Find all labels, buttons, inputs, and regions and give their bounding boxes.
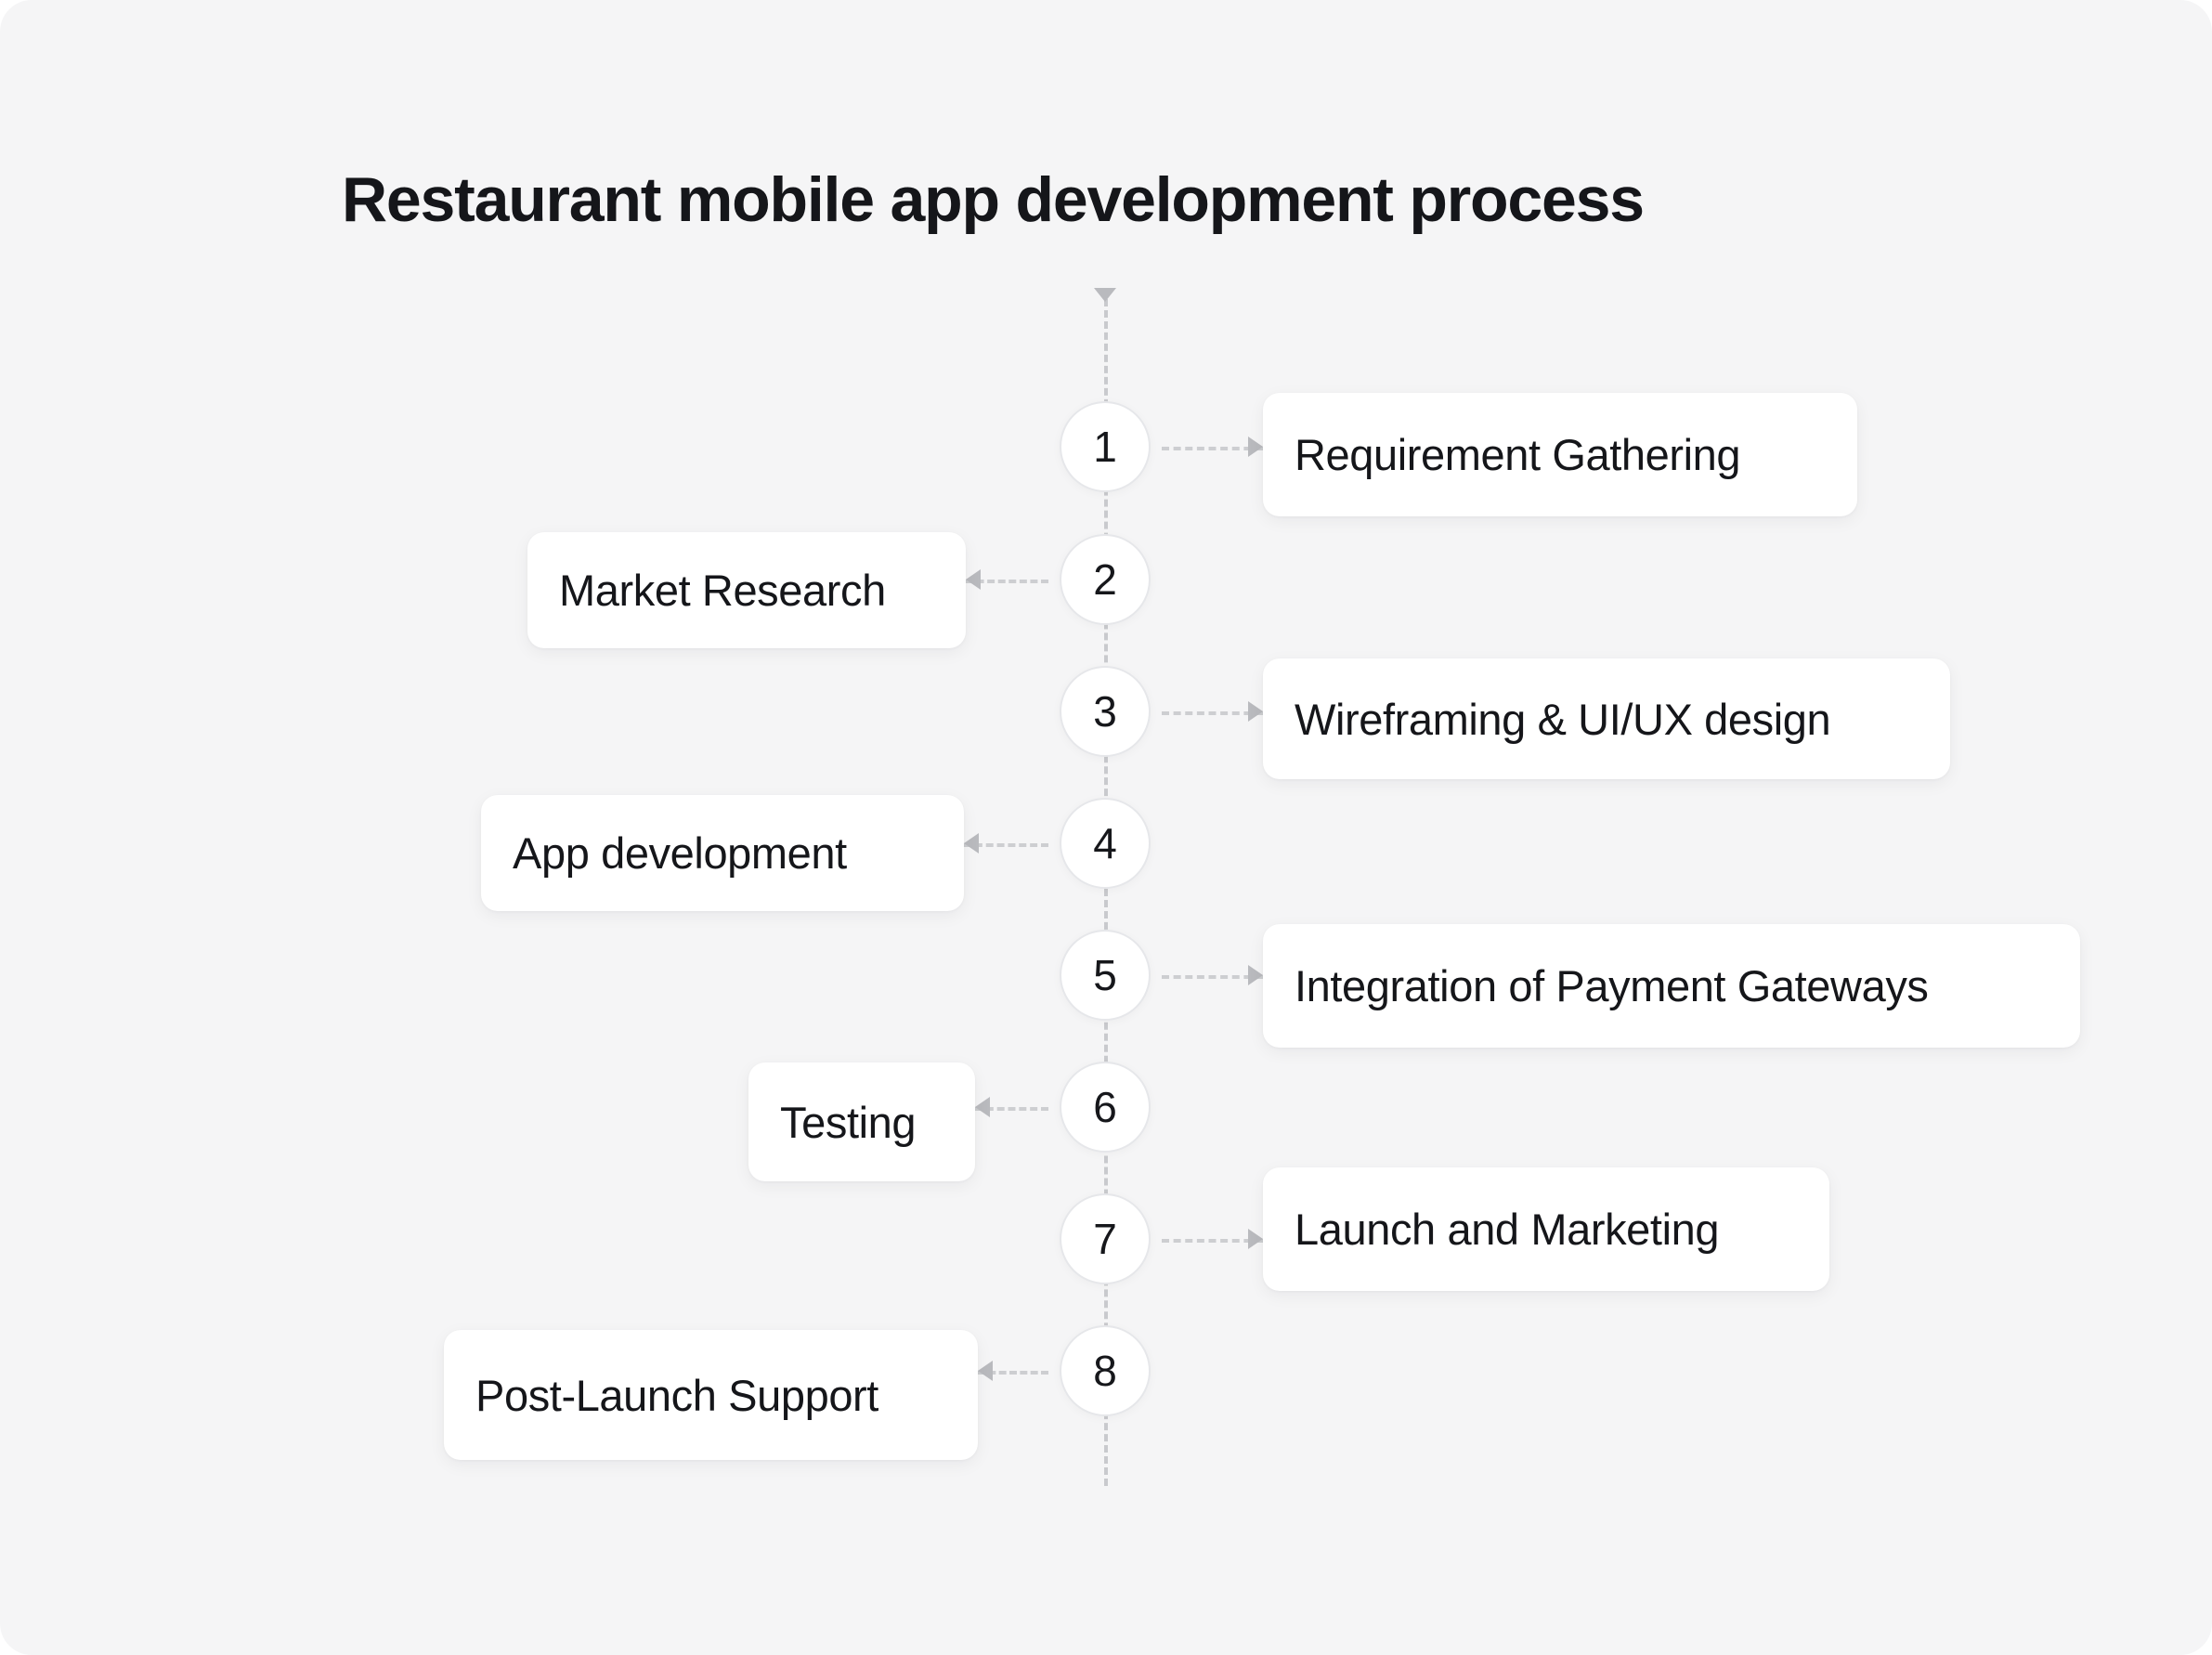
arrow-left-icon xyxy=(975,1097,990,1117)
step-number: 7 xyxy=(1093,1215,1117,1263)
arrow-left-icon xyxy=(1248,1229,1263,1249)
step-card-6[interactable]: Testing xyxy=(748,1062,975,1181)
step-number: 3 xyxy=(1093,687,1117,736)
step-node-3[interactable]: 3 xyxy=(1060,666,1151,757)
step-card-1[interactable]: Requirement Gathering xyxy=(1263,393,1857,516)
step-card-7[interactable]: Launch and Marketing xyxy=(1263,1167,1829,1291)
step-card-4[interactable]: App development xyxy=(481,795,964,911)
step-node-6[interactable]: 6 xyxy=(1060,1062,1151,1153)
step-node-2[interactable]: 2 xyxy=(1060,534,1151,625)
arrow-left-icon xyxy=(1248,965,1263,985)
step-card-8[interactable]: Post-Launch Support xyxy=(444,1330,978,1460)
step-number: 8 xyxy=(1093,1347,1117,1395)
step-number: 4 xyxy=(1093,819,1117,867)
step-node-7[interactable]: 7 xyxy=(1060,1193,1151,1284)
step-label: Wireframing & UI/UX design xyxy=(1295,694,1831,744)
step-label: Integration of Payment Gateways xyxy=(1295,961,1929,1010)
step-label: Requirement Gathering xyxy=(1295,430,1741,479)
arrow-down-icon xyxy=(1094,288,1116,302)
arrow-left-icon xyxy=(978,1361,993,1381)
connector-5 xyxy=(1162,965,1263,985)
step-number: 6 xyxy=(1093,1083,1117,1131)
step-label: Launch and Marketing xyxy=(1295,1205,1720,1254)
step-number: 2 xyxy=(1093,555,1117,604)
step-card-5[interactable]: Integration of Payment Gateways xyxy=(1263,924,2080,1048)
step-number: 5 xyxy=(1093,951,1117,999)
connector-7 xyxy=(1162,1229,1263,1249)
step-node-8[interactable]: 8 xyxy=(1060,1325,1151,1416)
diagram-canvas: Restaurant mobile app development proces… xyxy=(0,0,2212,1655)
step-label: Post-Launch Support xyxy=(475,1370,878,1420)
connector-3 xyxy=(1162,701,1263,722)
arrow-left-icon xyxy=(964,833,979,854)
step-card-3[interactable]: Wireframing & UI/UX design xyxy=(1263,658,1950,779)
arrow-left-icon xyxy=(966,569,981,590)
connector-2 xyxy=(966,569,1048,590)
arrow-left-icon xyxy=(1248,437,1263,457)
step-node-4[interactable]: 4 xyxy=(1060,798,1151,889)
step-label: Testing xyxy=(780,1097,917,1147)
connector-4 xyxy=(964,833,1048,854)
connector-8 xyxy=(978,1361,1048,1381)
step-node-5[interactable]: 5 xyxy=(1060,930,1151,1021)
step-number: 1 xyxy=(1093,423,1117,471)
step-node-1[interactable]: 1 xyxy=(1060,401,1151,492)
step-card-2[interactable]: Market Research xyxy=(527,532,966,648)
connector-6 xyxy=(975,1097,1048,1117)
page-title: Restaurant mobile app development proces… xyxy=(342,164,1645,235)
connector-1 xyxy=(1162,437,1263,457)
arrow-left-icon xyxy=(1248,701,1263,722)
step-label: App development xyxy=(513,828,847,878)
step-label: Market Research xyxy=(559,566,886,615)
